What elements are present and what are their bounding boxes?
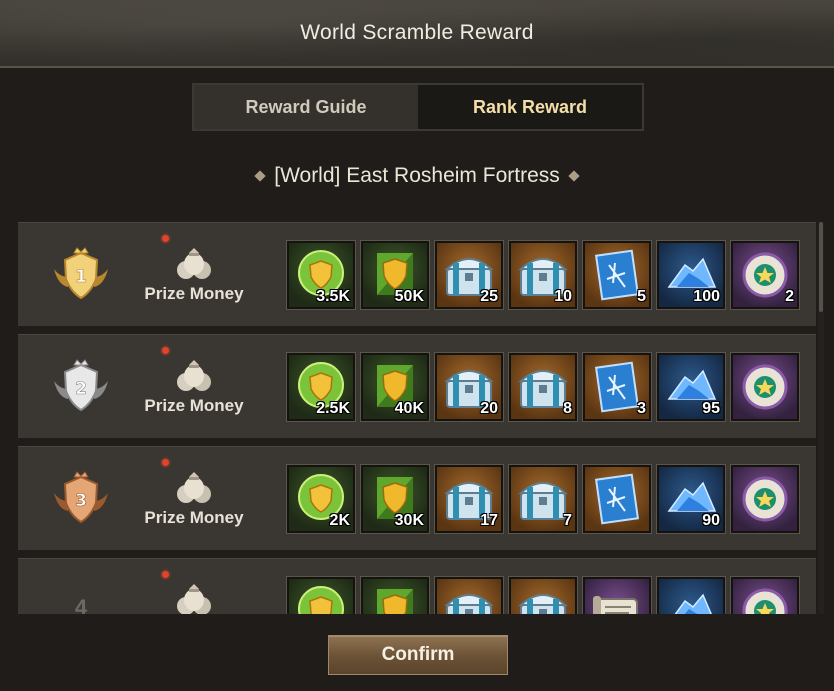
reward-item[interactable]: 90 (656, 464, 726, 534)
confirm-button[interactable]: Confirm (328, 635, 508, 675)
money-bag-icon (177, 584, 211, 614)
item-quantity: 2.5K (316, 400, 350, 417)
orb-icon (742, 364, 788, 410)
tab-reward-guide[interactable]: Reward Guide (194, 85, 418, 129)
prize-money[interactable]: Prize Money (136, 233, 252, 317)
reward-item[interactable] (582, 576, 652, 614)
reward-item[interactable]: 50K (360, 240, 430, 310)
section-title: [World] East Rosheim Fortress (274, 164, 560, 187)
item-quantity: 2K (329, 512, 350, 529)
reward-item[interactable]: 2.5K (286, 352, 356, 422)
notification-dot (162, 459, 169, 466)
chest-icon (518, 594, 568, 614)
item-quantity: 90 (702, 512, 720, 529)
reward-items: 3.5K 50K 25 10 5 100 2 (286, 240, 800, 310)
reward-item[interactable]: 5 (582, 240, 652, 310)
prize-money-label: Prize Money (144, 284, 244, 303)
shield-coin-icon (298, 586, 344, 614)
reward-item[interactable]: 3.5K (286, 240, 356, 310)
rank-badge-icon: 2 (54, 359, 108, 412)
item-quantity: 95 (702, 400, 720, 417)
item-quantity: 2 (785, 288, 794, 305)
tab-rank-reward[interactable]: Rank Reward (418, 85, 642, 129)
item-quantity: 7 (563, 512, 572, 529)
money-bag-icon (177, 360, 211, 391)
reward-item[interactable] (286, 576, 356, 614)
dialog-title: World Scramble Reward (300, 21, 534, 44)
rank-number: 3 (75, 491, 87, 511)
item-quantity: 50K (394, 288, 424, 305)
item-quantity: 8 (563, 400, 572, 417)
reward-item[interactable]: 17 (434, 464, 504, 534)
reward-item[interactable]: 7 (508, 464, 578, 534)
section-heading: [World] East Rosheim Fortress (0, 160, 834, 192)
reward-items (286, 576, 800, 614)
reward-item[interactable] (434, 576, 504, 614)
crystal-icon (674, 593, 712, 614)
rank-badge-icon: 3 (54, 471, 108, 524)
item-quantity: 3.5K (316, 288, 350, 305)
reward-list[interactable]: 1 Prize Money 3.5K 50K 25 10 5 100 2 2 P… (18, 222, 816, 614)
reward-item[interactable] (730, 352, 800, 422)
reward-item[interactable]: 95 (656, 352, 726, 422)
item-quantity: 17 (480, 512, 498, 529)
notification-dot (162, 571, 169, 578)
reward-items: 2K 30K 17 7 90 (286, 464, 800, 534)
prize-money-label: Prize Money (144, 396, 244, 415)
prize-money[interactable]: Prize Money (136, 345, 252, 429)
reward-items: 2.5K 40K 20 8 3 95 (286, 352, 800, 422)
chest-icon (444, 594, 494, 614)
scroll-thumb[interactable] (819, 222, 823, 312)
diamond-icon (568, 170, 580, 182)
item-quantity: 40K (394, 400, 424, 417)
prize-money[interactable]: Prize Money (136, 457, 252, 541)
rank-badge-icon: 1 (54, 247, 108, 300)
rank-number: 4 (74, 595, 88, 614)
scroll-icon (593, 596, 638, 614)
reward-item[interactable]: 40K (360, 352, 430, 422)
prize-money-label: Prize Money (144, 508, 244, 527)
tab-bar: Reward Guide Rank Reward (192, 83, 644, 131)
rank-number: 2 (75, 379, 87, 399)
reward-item[interactable]: 2 (730, 240, 800, 310)
reward-item[interactable] (730, 576, 800, 614)
item-quantity: 25 (480, 288, 498, 305)
notification-dot (162, 347, 169, 354)
reward-item[interactable]: 20 (434, 352, 504, 422)
reward-item[interactable] (656, 576, 726, 614)
reward-item[interactable]: 10 (508, 240, 578, 310)
item-quantity: 100 (693, 288, 720, 305)
item-quantity: 30K (394, 512, 424, 529)
item-quantity: 10 (554, 288, 572, 305)
reward-item[interactable]: 100 (656, 240, 726, 310)
reward-row: 3 Prize Money 2K 30K 17 7 90 (18, 446, 816, 550)
reward-row: 2 Prize Money 2.5K 40K 20 8 3 95 (18, 334, 816, 438)
money-bag-icon (177, 248, 211, 279)
money-bag-icon (177, 472, 211, 503)
reward-row: 1 Prize Money 3.5K 50K 25 10 5 100 2 (18, 222, 816, 326)
prize-money[interactable]: Prize Money (136, 569, 252, 614)
item-quantity: 5 (637, 288, 646, 305)
item-quantity: 20 (480, 400, 498, 417)
orb-icon (742, 476, 788, 522)
rank-number: 1 (75, 267, 87, 287)
shield-banner-icon (377, 589, 413, 614)
reward-item[interactable] (730, 464, 800, 534)
dialog-header: World Scramble Reward (0, 0, 834, 68)
reward-item[interactable] (582, 464, 652, 534)
reward-item[interactable]: 8 (508, 352, 578, 422)
notification-dot (162, 235, 169, 242)
reward-row: 4 Prize Money (18, 558, 816, 614)
reward-item[interactable]: 3 (582, 352, 652, 422)
reward-item[interactable] (508, 576, 578, 614)
orb-icon (742, 588, 788, 614)
reward-item[interactable]: 25 (434, 240, 504, 310)
reward-item[interactable] (360, 576, 430, 614)
diamond-icon (254, 170, 266, 182)
scrollbar[interactable] (818, 222, 824, 614)
reward-item[interactable]: 30K (360, 464, 430, 534)
reward-item[interactable]: 2K (286, 464, 356, 534)
item-quantity: 3 (637, 400, 646, 417)
blueprint-icon (594, 473, 640, 525)
